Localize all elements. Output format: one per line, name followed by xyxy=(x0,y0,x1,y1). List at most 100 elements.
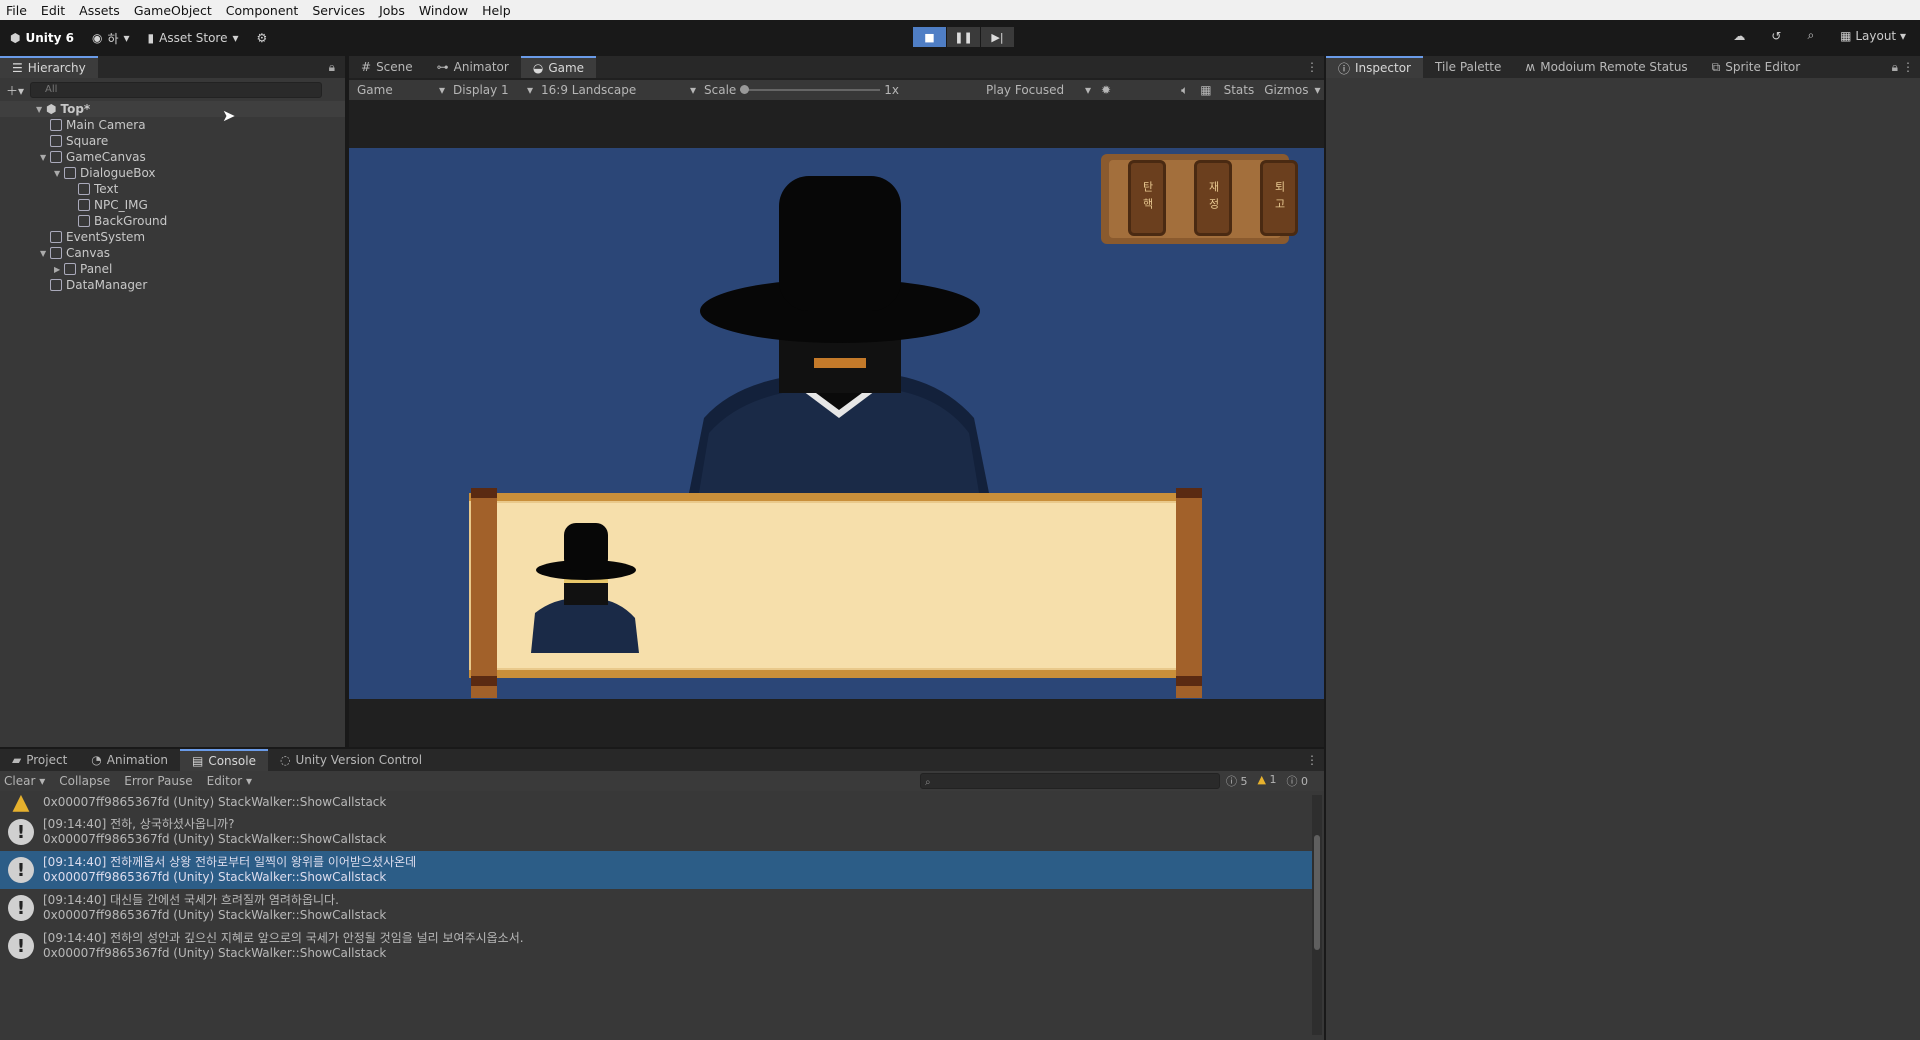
choice-button[interactable]: 탄핵 xyxy=(1128,160,1166,236)
editor-dropdown[interactable]: Editor ▾ xyxy=(207,774,252,788)
tab-modoium-remote-status[interactable]: ʍ Modoium Remote Status xyxy=(1513,56,1699,78)
sprite-editor-icon: ⧉ xyxy=(1711,59,1721,74)
bug-icon[interactable]: ✹ xyxy=(1101,83,1111,97)
more-vert-icon[interactable]: ⋮ xyxy=(1902,60,1914,74)
play-button[interactable]: ■ xyxy=(913,27,946,47)
hierarchy-item[interactable]: Square xyxy=(0,133,345,149)
game-viewport[interactable]: 탄핵 재정 퇴고 xyxy=(349,148,1324,699)
audio-icon[interactable]: 🔈︎ xyxy=(1181,83,1188,98)
error-count-toggle[interactable]: ⓘ 5 xyxy=(1226,773,1248,789)
hierarchy-item[interactable]: Text xyxy=(0,181,345,197)
slider-thumb[interactable] xyxy=(740,85,750,94)
lock-icon[interactable]: 🔒︎ xyxy=(329,60,335,75)
animation-icon: ◔ xyxy=(91,753,102,767)
hierarchy-item[interactable]: NPC_IMG xyxy=(0,197,345,213)
modoium-icon: ʍ xyxy=(1525,60,1536,74)
menu-help[interactable]: Help xyxy=(482,3,511,18)
tab-inspector[interactable]: ⓘ Inspector xyxy=(1326,56,1423,78)
more-vert-icon[interactable]: ⋮ xyxy=(1306,753,1318,767)
tab-sprite-editor[interactable]: ⧉ Sprite Editor xyxy=(1700,56,1813,78)
menu-services[interactable]: Services xyxy=(312,3,365,18)
choice-button[interactable]: 퇴고 xyxy=(1260,160,1298,236)
chevron-down-icon: ▾ xyxy=(1084,83,1091,97)
tab-project[interactable]: ▰ Project xyxy=(0,749,79,771)
hierarchy-item[interactable]: ▼ Canvas xyxy=(0,245,345,261)
expand-arrow-icon[interactable]: ▶ xyxy=(54,265,64,274)
stats-button[interactable]: Stats xyxy=(1224,83,1255,97)
menu-file[interactable]: File xyxy=(6,3,27,18)
tab-animator[interactable]: ⊶ Animator xyxy=(425,56,521,78)
hierarchy-tree: ▼ ⬢ Top* Main Camera Square ▼ GameCanvas ▼ Di… xyxy=(0,101,345,293)
error-pause-button[interactable]: Error Pause xyxy=(124,774,192,788)
log-entry[interactable]: ▲ 0x00007ff9865367fd (Unity) StackWalker:… xyxy=(0,790,1312,815)
add-icon[interactable]: ＋▾ xyxy=(6,82,24,99)
asset-store-button[interactable]: ▮ Asset Store ▾ xyxy=(148,31,239,45)
hierarchy-item[interactable]: Main Camera xyxy=(0,117,345,133)
pause-icon: ❚❚ xyxy=(954,30,973,44)
info-count-toggle[interactable]: ⓘ 0 xyxy=(1286,773,1308,789)
menu-window[interactable]: Window xyxy=(419,3,468,18)
play-focus-dropdown[interactable]: Play Focused ▾ xyxy=(986,83,1091,97)
menu-gameobject[interactable]: GameObject xyxy=(134,3,212,18)
scene-row[interactable]: ▼ ⬢ Top* xyxy=(0,101,345,117)
hierarchy-item[interactable]: ▶ Panel xyxy=(0,261,345,277)
lock-icon[interactable]: 🔒︎ xyxy=(1892,60,1898,75)
gameobject-cube-icon xyxy=(50,119,62,131)
expand-arrow-icon[interactable]: ▼ xyxy=(36,105,46,114)
log-entry[interactable]: ! [09:14:40] 전하의 성안과 깊으신 지혜로 앞으로의 국세가 안정될… xyxy=(0,927,1312,965)
cloud-icon[interactable]: ☁ xyxy=(1733,29,1745,43)
display-dropdown[interactable]: Display 1 ▾ xyxy=(453,83,533,97)
mouse-cursor-icon: ➤ xyxy=(222,106,236,125)
pause-button[interactable]: ❚❚ xyxy=(947,27,980,47)
gizmos-button[interactable]: Gizmos xyxy=(1264,83,1308,97)
stats-grid-icon[interactable]: ▦ xyxy=(1200,83,1211,97)
animator-icon: ⊶ xyxy=(436,60,449,74)
account-dropdown[interactable]: ◉ 하 ▾ xyxy=(92,30,130,47)
expand-arrow-icon[interactable]: ▼ xyxy=(40,249,50,258)
step-button[interactable]: ▶| xyxy=(981,27,1014,47)
tab-hierarchy[interactable]: ☰ Hierarchy xyxy=(0,56,98,78)
expand-arrow-icon[interactable]: ▼ xyxy=(54,169,64,178)
user-icon: ◉ xyxy=(91,31,103,45)
menu-edit[interactable]: Edit xyxy=(41,3,65,18)
log-entry[interactable]: ! [09:14:40] 전하께옵서 상왕 전하로부터 일찍이 왕위를 이어받으셨… xyxy=(0,851,1312,889)
chevron-down-icon[interactable]: ▾ xyxy=(1314,83,1320,97)
hierarchy-item[interactable]: DataManager xyxy=(0,277,345,293)
scrollbar-thumb[interactable] xyxy=(1314,835,1320,950)
layout-dropdown[interactable]: ▦ Layout ▾ xyxy=(1840,29,1906,43)
unity-account-button[interactable]: ⬢ Unity 6 xyxy=(10,31,74,45)
tab-unity-version-control[interactable]: ◌ Unity Version Control xyxy=(268,749,434,771)
tab-tile-palette[interactable]: Tile Palette xyxy=(1423,56,1513,78)
choice-button[interactable]: 재정 xyxy=(1194,160,1232,236)
more-vert-icon[interactable]: ⋮ xyxy=(1306,60,1318,74)
aspect-dropdown[interactable]: 16:9 Landscape ▾ xyxy=(541,83,696,97)
console-search-input[interactable]: ⌕ xyxy=(920,773,1220,789)
hierarchy-search-input[interactable]: All xyxy=(30,82,323,98)
scale-slider[interactable]: Scale 1x xyxy=(704,83,914,97)
clear-button[interactable]: Clear ▾ xyxy=(4,774,45,788)
tab-scene[interactable]: # Scene xyxy=(349,56,425,78)
log-text: [09:14:40] 전하의 성안과 깊으신 지혜로 앞으로의 국세가 안정될 … xyxy=(43,931,524,961)
log-entry[interactable]: ! [09:14:40] 전하, 상국하셨사옵니까? 0x00007ff986536… xyxy=(0,813,1312,851)
collapse-button[interactable]: Collapse xyxy=(59,774,110,788)
hierarchy-item[interactable]: BackGround xyxy=(0,213,345,229)
hierarchy-item[interactable]: ▼ DialogueBox xyxy=(0,165,345,181)
hierarchy-item-label: GameCanvas xyxy=(66,150,146,164)
menu-assets[interactable]: Assets xyxy=(79,3,120,18)
hierarchy-item[interactable]: EventSystem xyxy=(0,229,345,245)
search-icon[interactable]: ⌕ xyxy=(1807,28,1814,43)
hierarchy-item[interactable]: ▼ GameCanvas xyxy=(0,149,345,165)
game-mode-dropdown[interactable]: Game ▾ xyxy=(357,83,445,97)
settings-gear-button[interactable]: ⚙ xyxy=(257,31,268,45)
tab-game[interactable]: ◒ Game xyxy=(520,56,597,78)
npc-character-sprite xyxy=(689,176,989,493)
menu-component[interactable]: Component xyxy=(226,3,299,18)
menu-jobs[interactable]: Jobs xyxy=(379,3,405,18)
expand-arrow-icon[interactable]: ▼ xyxy=(40,153,50,162)
log-entry[interactable]: ! [09:14:40] 대신들 간에선 국세가 흐려질까 염려하옵니다. 0x00… xyxy=(0,889,1312,927)
tab-animation[interactable]: ◔ Animation xyxy=(79,749,180,771)
warning-count-toggle[interactable]: ▲ 1 xyxy=(1258,773,1277,789)
tab-console[interactable]: ▤ Console xyxy=(179,749,268,771)
console-scrollbar[interactable] xyxy=(1312,795,1322,1035)
history-icon[interactable]: ↺ xyxy=(1771,29,1781,43)
